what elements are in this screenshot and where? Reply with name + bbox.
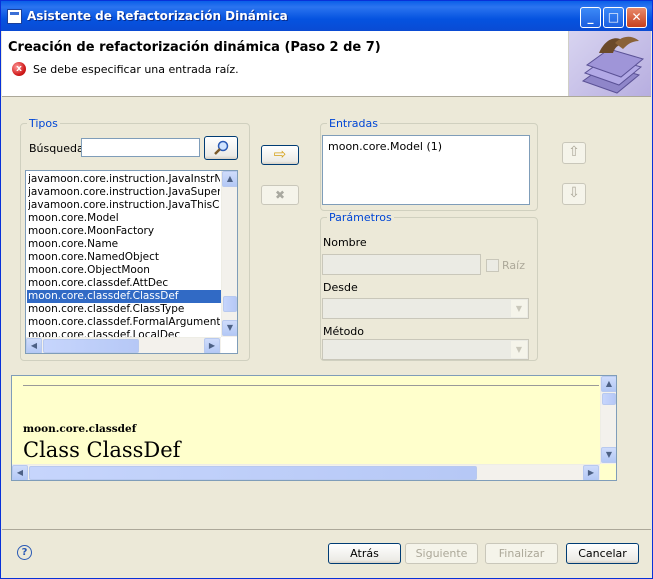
- scroll-down-arrow-icon[interactable]: ▼: [222, 320, 237, 336]
- search-label: Búsqueda:: [29, 142, 88, 155]
- magnifier-icon: [214, 140, 229, 155]
- chevron-down-icon: ▼: [511, 341, 527, 358]
- tipos-group-label: Tipos: [27, 117, 60, 130]
- list-item[interactable]: moon.core.Model: [28, 212, 220, 225]
- scroll-up-arrow-icon[interactable]: ▲: [222, 171, 237, 187]
- footer-divider: [2, 529, 651, 530]
- doc-vscrollbar[interactable]: ▲ ▼: [600, 376, 616, 464]
- cancel-button[interactable]: Cancelar: [566, 543, 639, 564]
- error-icon: x: [12, 62, 26, 76]
- desde-label: Desde: [323, 281, 358, 294]
- doc-hscrollbar[interactable]: ◀ ▶: [12, 464, 600, 480]
- doc-package-name: moon.core.classdef: [23, 423, 137, 435]
- parametros-group-label: Parámetros: [327, 211, 394, 224]
- scroll-left-arrow-icon[interactable]: ◀: [12, 465, 28, 480]
- right-arrow-icon: ⇨: [273, 145, 287, 163]
- metodo-select[interactable]: ▼: [322, 339, 529, 360]
- scroll-thumb[interactable]: [43, 339, 139, 353]
- scroll-thumb[interactable]: [602, 393, 616, 405]
- list-item[interactable]: javamoon.core.instruction.JavaThisCon: [28, 199, 220, 212]
- list-item-selected[interactable]: moon.core.classdef.ClassDef: [27, 290, 222, 303]
- scroll-down-arrow-icon[interactable]: ▼: [601, 447, 616, 463]
- list-item[interactable]: moon.core.classdef.ClassType: [28, 303, 220, 316]
- down-arrow-icon: ⇩: [568, 185, 580, 201]
- scroll-up-arrow-icon[interactable]: ▲: [601, 376, 616, 392]
- list-item[interactable]: moon.core.Name: [28, 238, 220, 251]
- list-item[interactable]: moon.core.classdef.FormalArgument: [28, 316, 220, 329]
- nombre-label: Nombre: [323, 236, 367, 249]
- chevron-down-icon: ▼: [511, 300, 527, 317]
- types-list[interactable]: javamoon.core.instruction.JavaInstrNoM j…: [25, 170, 238, 354]
- doc-class-title: Class ClassDef: [23, 438, 181, 462]
- metodo-label: Método: [323, 325, 365, 338]
- list-item[interactable]: javamoon.core.instruction.JavaInstrNoM: [28, 173, 220, 186]
- list-item[interactable]: moon.core.ObjectMoon: [28, 264, 220, 277]
- title-bar: Asistente de Refactorización Dinámica _ …: [1, 1, 652, 31]
- move-up-button[interactable]: ⇧: [562, 142, 586, 164]
- add-entry-button[interactable]: ⇨: [261, 145, 299, 165]
- remove-x-icon: ✖: [274, 188, 286, 202]
- page-title: Creación de refactorización dinámica (Pa…: [8, 40, 381, 55]
- back-button[interactable]: Atrás: [328, 543, 401, 564]
- search-button[interactable]: [204, 136, 238, 160]
- help-icon[interactable]: ?: [17, 545, 32, 560]
- raiz-label: Raíz: [502, 259, 525, 272]
- wizard-header: Creación de refactorización dinámica (Pa…: [2, 31, 651, 97]
- error-message: Se debe especificar una entrada raíz.: [33, 63, 239, 76]
- documentation-panel[interactable]: moon.core.classdef Class ClassDef ▲ ▼ ◀ …: [11, 375, 617, 481]
- list-item[interactable]: moon.core.Model (1): [328, 140, 520, 153]
- close-button[interactable]: ✕: [626, 7, 647, 28]
- entries-list[interactable]: moon.core.Model (1): [322, 135, 530, 205]
- move-down-button[interactable]: ⇩: [562, 183, 586, 205]
- list-item[interactable]: moon.core.NamedObject: [28, 251, 220, 264]
- scroll-right-arrow-icon[interactable]: ▶: [204, 338, 220, 353]
- books-eagle-icon: [581, 36, 645, 94]
- list-item[interactable]: javamoon.core.instruction.JavaSuperCo: [28, 186, 220, 199]
- minimize-button[interactable]: _: [580, 7, 601, 28]
- types-list-hscrollbar[interactable]: ◀ ▶: [26, 337, 221, 353]
- search-input[interactable]: [81, 138, 200, 157]
- scroll-left-arrow-icon[interactable]: ◀: [26, 338, 42, 353]
- entradas-group-label: Entradas: [327, 117, 380, 130]
- scroll-thumb[interactable]: [29, 466, 477, 480]
- raiz-checkbox[interactable]: [486, 259, 499, 272]
- app-window-icon: [7, 9, 22, 24]
- list-item[interactable]: moon.core.MoonFactory: [28, 225, 220, 238]
- next-button[interactable]: Siguiente: [405, 543, 478, 564]
- maximize-button[interactable]: □: [603, 7, 624, 28]
- up-arrow-icon: ⇧: [568, 144, 580, 160]
- types-list-vscrollbar[interactable]: ▲ ▼: [221, 171, 237, 337]
- scroll-right-arrow-icon[interactable]: ▶: [583, 465, 599, 480]
- remove-entry-button[interactable]: ✖: [261, 185, 299, 205]
- list-item[interactable]: moon.core.classdef.AttDec: [28, 277, 220, 290]
- wizard-window: Asistente de Refactorización Dinámica _ …: [0, 0, 653, 579]
- scroll-thumb[interactable]: [223, 296, 237, 312]
- desde-select[interactable]: ▼: [322, 298, 529, 319]
- nombre-field[interactable]: [322, 254, 481, 275]
- finish-button[interactable]: Finalizar: [485, 543, 558, 564]
- wizard-banner-image: [568, 31, 651, 96]
- window-title: Asistente de Refactorización Dinámica: [27, 9, 288, 23]
- doc-divider: [23, 385, 599, 386]
